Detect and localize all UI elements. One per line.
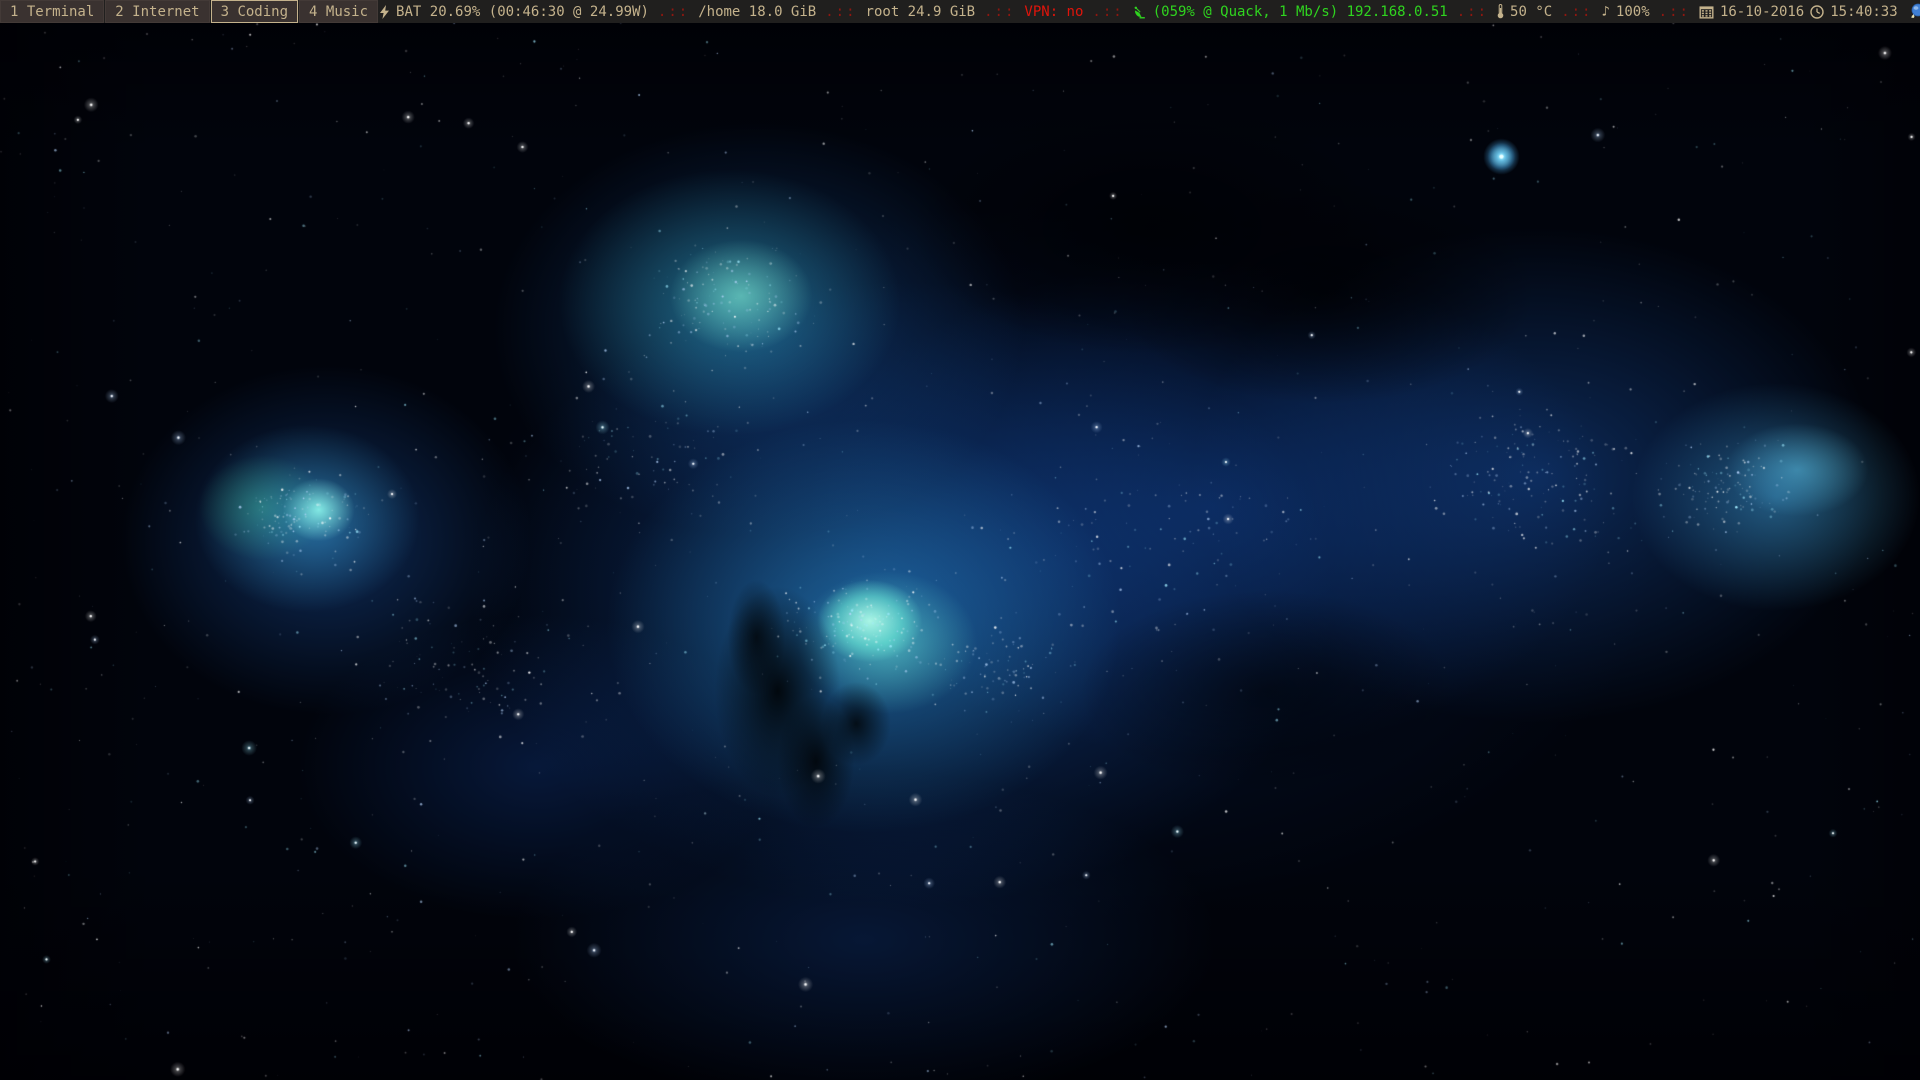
workspace-button-music[interactable]: 4 Music [299, 0, 378, 23]
disk-home-text: /home 18.0 GiB [698, 4, 816, 20]
volume-status: ♪ 100% [1601, 4, 1649, 20]
starfield [0, 0, 1920, 1080]
thermometer-icon [1497, 4, 1504, 19]
desktop: 1 Terminal 2 Internet 3 Coding 4 Music B… [0, 0, 1920, 1080]
music-note-icon: ♪ [1601, 4, 1609, 20]
workspace-button-terminal[interactable]: 1 Terminal [0, 0, 104, 23]
satellite-icon [1133, 5, 1147, 19]
time-text: 15:40:33 [1830, 4, 1897, 20]
workspace-button-coding[interactable]: 3 Coding [211, 0, 298, 23]
tray-balloon-icon[interactable] [1908, 3, 1920, 20]
calendar-icon [1699, 5, 1714, 19]
workspace-button-internet[interactable]: 2 Internet [105, 0, 209, 23]
separator: .:: [825, 4, 856, 20]
separator: .:: [1659, 4, 1690, 20]
vpn-text: VPN: no [1024, 4, 1083, 20]
workspace-list: 1 Terminal 2 Internet 3 Coding 4 Music [0, 0, 379, 23]
battery-text: BAT 20.69% (00:46:30 @ 24.99W) [396, 4, 649, 20]
clock-icon [1810, 5, 1824, 19]
separator: .:: [1561, 4, 1592, 20]
battery-status: BAT 20.69% (00:46:30 @ 24.99W) [379, 4, 649, 20]
volume-text: 100% [1616, 4, 1650, 20]
network-status: (059% @ Quack, 1 Mb/s) 192.168.0.51 [1133, 4, 1448, 20]
temperature-status: 50 °C [1497, 4, 1552, 20]
datetime-status: 16-10-2016 15:40:33 [1699, 4, 1898, 20]
disk-home-status: /home 18.0 GiB [698, 4, 816, 20]
bolt-icon [379, 5, 390, 19]
system-tray [1908, 3, 1920, 20]
separator: .:: [658, 4, 689, 20]
status-bar: 1 Terminal 2 Internet 3 Coding 4 Music B… [0, 0, 1920, 23]
separator: .:: [984, 4, 1015, 20]
network-text: (059% @ Quack, 1 Mb/s) 192.168.0.51 [1153, 4, 1448, 20]
vpn-status: VPN: no [1024, 4, 1083, 20]
separator: .:: [1092, 4, 1123, 20]
disk-root-text: root 24.9 GiB [866, 4, 976, 20]
status-segments: BAT 20.69% (00:46:30 @ 24.99W) .:: /home… [379, 4, 1898, 20]
disk-root-status: root 24.9 GiB [866, 4, 976, 20]
temperature-text: 50 °C [1510, 4, 1552, 20]
date-text: 16-10-2016 [1720, 4, 1804, 20]
separator: .:: [1457, 4, 1488, 20]
